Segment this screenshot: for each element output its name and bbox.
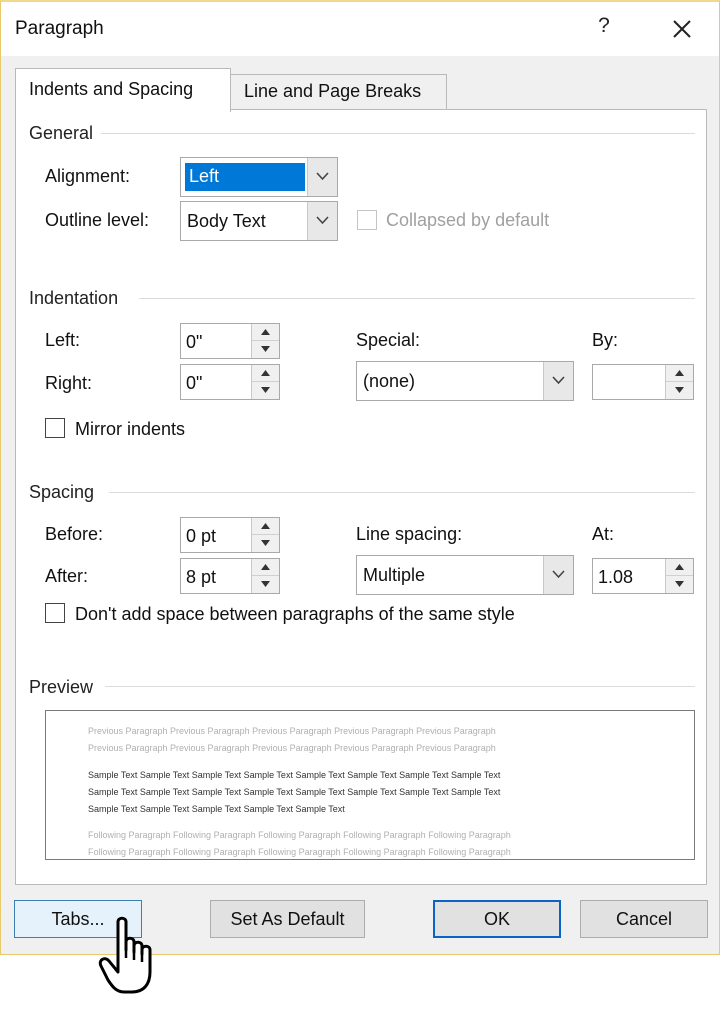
outline-level-label: Outline level: [45,210,150,230]
by-label: By: [592,330,619,350]
group-header-general: General [29,123,102,144]
dont-add-space-checkbox[interactable] [45,603,65,623]
outline-level-dropdown[interactable]: Body Text [180,201,338,241]
paragraph-dialog: Paragraph ? Indents and Spacing Line and… [0,0,720,955]
at-spinner[interactable]: 1.08 [592,558,694,594]
spinner-buttons [665,559,693,593]
spin-up-icon[interactable] [252,518,279,535]
preview-following-line: Following Paragraph Following Paragraph … [88,830,511,840]
spin-down-icon[interactable] [666,576,693,593]
indent-right-spinner[interactable]: 0" [180,364,280,400]
set-as-default-button[interactable]: Set As Default [210,900,365,938]
special-label: Special: [356,330,421,350]
group-divider [101,133,695,134]
group-divider [139,298,695,299]
spinner-buttons [251,518,279,552]
spacing-before-value: 0 pt [186,526,217,546]
hand-pointer-icon [98,916,160,998]
at-label: At: [592,524,615,544]
window-title: Paragraph [15,18,104,39]
mirror-indents-checkbox[interactable] [45,418,65,438]
preview-sample-line: Sample Text Sample Text Sample Text Samp… [88,804,345,814]
spin-down-icon[interactable] [252,535,279,552]
preview-previous-line: Previous Paragraph Previous Paragraph Pr… [88,743,496,753]
at-value: 1.08 [598,567,634,587]
spin-up-icon[interactable] [666,365,693,382]
group-header-indentation: Indentation [29,288,127,309]
spin-up-icon[interactable] [252,324,279,341]
spin-down-icon[interactable] [252,341,279,358]
help-button[interactable]: ? [591,14,617,44]
dont-add-space-label: Don't add space between paragraphs of th… [75,604,515,624]
title-bar: Paragraph ? [1,2,719,56]
indent-right-value: 0" [186,373,203,393]
spacing-after-label: After: [45,566,89,586]
indent-right-label: Right: [45,373,93,393]
special-value: (none) [363,371,416,391]
chevron-down-icon[interactable] [307,202,337,240]
spinner-buttons [251,365,279,399]
spinner-buttons [251,559,279,593]
group-divider [105,686,695,687]
group-divider [109,492,695,493]
indent-left-spinner[interactable]: 0" [180,323,280,359]
spacing-after-value: 8 pt [186,567,217,587]
line-spacing-value: Multiple [363,565,426,585]
alignment-label: Alignment: [45,166,131,186]
line-spacing-dropdown[interactable]: Multiple [356,555,574,595]
preview-sample-line: Sample Text Sample Text Sample Text Samp… [88,770,501,780]
ok-button[interactable]: OK [433,900,561,938]
spin-down-icon[interactable] [252,576,279,593]
preview-sample-line: Sample Text Sample Text Sample Text Samp… [88,787,501,797]
collapsed-by-default-label: Collapsed by default [386,210,550,230]
preview-box: Previous Paragraph Previous Paragraph Pr… [45,710,695,860]
chevron-down-icon[interactable] [543,362,573,400]
spin-up-icon[interactable] [252,559,279,576]
indent-left-label: Left: [45,330,81,350]
alignment-value: Left [185,163,305,191]
line-spacing-label: Line spacing: [356,524,463,544]
group-header-preview: Preview [29,677,102,698]
spinner-buttons [665,365,693,399]
cancel-button[interactable]: Cancel [580,900,708,938]
outline-level-value: Body Text [187,211,266,231]
tab-line-and-page-breaks[interactable]: Line and Page Breaks [231,74,447,110]
chevron-down-icon[interactable] [307,158,337,196]
spin-up-icon[interactable] [252,365,279,382]
chevron-down-icon[interactable] [543,556,573,594]
by-spinner[interactable] [592,364,694,400]
alignment-dropdown[interactable]: Left [180,157,338,197]
spacing-after-spinner[interactable]: 8 pt [180,558,280,594]
spinner-buttons [251,324,279,358]
special-dropdown[interactable]: (none) [356,361,574,401]
collapsed-by-default-checkbox[interactable] [357,210,377,230]
tab-indents-and-spacing[interactable]: Indents and Spacing [15,68,231,112]
mirror-indents-label: Mirror indents [75,419,186,439]
indent-left-value: 0" [186,332,203,352]
spin-up-icon[interactable] [666,559,693,576]
group-header-spacing: Spacing [29,482,103,503]
preview-previous-line: Previous Paragraph Previous Paragraph Pr… [88,726,496,736]
spin-down-icon[interactable] [252,382,279,399]
preview-following-line: Following Paragraph Following Paragraph … [88,847,511,857]
close-icon[interactable] [665,12,699,46]
spin-down-icon[interactable] [666,382,693,399]
spacing-before-label: Before: [45,524,104,544]
spacing-before-spinner[interactable]: 0 pt [180,517,280,553]
